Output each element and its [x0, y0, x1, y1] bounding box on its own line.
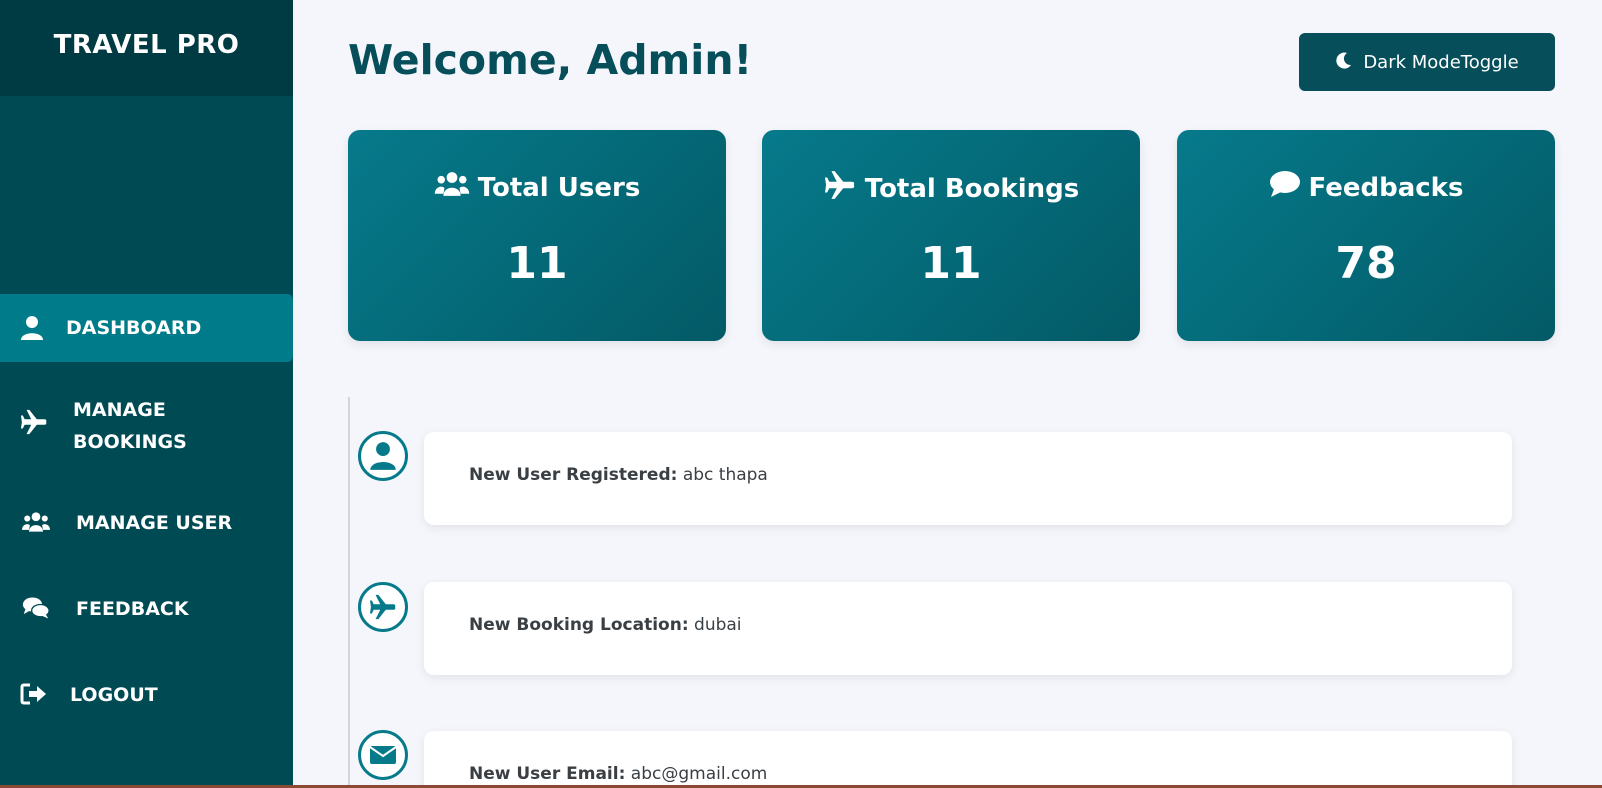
moon-icon: [1335, 51, 1353, 74]
main-content: Welcome, Admin! Dark ModeToggle Total Us…: [293, 0, 1602, 788]
stat-value: 11: [920, 238, 982, 289]
activity-value: abc thapa: [682, 465, 768, 485]
sidebar-item-manage-user[interactable]: MANAGE USER: [0, 504, 293, 542]
stat-card-title: Feedbacks: [1177, 170, 1555, 205]
user-circle-icon: [358, 431, 408, 481]
activity-item: New Booking Location: dubai: [424, 582, 1512, 675]
activity-label: New User Registered:: [469, 465, 678, 485]
brand-header: TRAVEL PRO: [0, 0, 293, 96]
sidebar-item-label: LOGOUT: [70, 684, 158, 706]
sidebar-item-logout[interactable]: LOGOUT: [0, 676, 293, 714]
activity-item: New User Email: abc@gmail.com: [424, 731, 1512, 788]
activity-label: New User Email:: [469, 764, 626, 784]
stat-card-title: Total Users: [348, 170, 726, 205]
activity-text: New User Registered: abc thapa: [469, 465, 768, 485]
sign-out-icon: [20, 680, 48, 708]
page-title: Welcome, Admin!: [348, 36, 753, 84]
sidebar-item-label: MANAGE USER: [76, 512, 233, 534]
dark-mode-toggle-button[interactable]: Dark ModeToggle: [1299, 33, 1555, 91]
plane-icon: [20, 408, 48, 436]
dark-mode-toggle-label: Dark ModeToggle: [1363, 51, 1519, 73]
sidebar-item-label: DASHBOARD: [66, 317, 202, 339]
users-icon: [22, 508, 50, 536]
sidebar-item-label: FEEDBACK: [76, 598, 189, 620]
stat-value: 11: [506, 238, 568, 289]
stat-card-total-bookings: Total Bookings 11: [762, 130, 1140, 341]
activity-item: New User Registered: abc thapa: [424, 432, 1512, 525]
sidebar-item-feedback[interactable]: FEEDBACK: [0, 590, 293, 628]
plane-circle-icon: [358, 582, 408, 632]
sidebar-item-label-line2: BOOKINGS: [73, 431, 187, 453]
plane-icon: [823, 170, 857, 207]
sidebar-item-dashboard[interactable]: DASHBOARD: [0, 294, 293, 362]
stat-card-feedbacks: Feedbacks 78: [1177, 130, 1555, 341]
sidebar: TRAVEL PRO DASHBOARD MANAGE BOOKINGS MAN…: [0, 0, 293, 788]
sidebar-item-manage-bookings[interactable]: MANAGE BOOKINGS: [0, 394, 293, 458]
stat-title-text: Feedbacks: [1308, 172, 1464, 203]
timeline-line: [348, 397, 350, 788]
sidebar-item-label: MANAGE: [73, 399, 166, 421]
user-icon: [18, 314, 46, 342]
activity-value: abc@gmail.com: [630, 764, 768, 784]
stat-value: 78: [1335, 238, 1397, 289]
brand-logo-text[interactable]: TRAVEL PRO: [54, 30, 240, 60]
stat-card-title: Total Bookings: [762, 170, 1140, 207]
activity-text: New User Email: abc@gmail.com: [469, 764, 767, 784]
activity-text: New Booking Location: dubai: [469, 615, 742, 635]
comment-icon: [1269, 170, 1301, 205]
activity-value: dubai: [694, 615, 742, 635]
activity-label: New Booking Location:: [469, 615, 689, 635]
comments-icon: [22, 594, 50, 622]
stat-title-text: Total Bookings: [864, 173, 1080, 204]
stat-title-text: Total Users: [477, 172, 641, 203]
users-icon: [434, 170, 470, 205]
stat-card-total-users: Total Users 11: [348, 130, 726, 341]
envelope-icon: [358, 730, 408, 780]
